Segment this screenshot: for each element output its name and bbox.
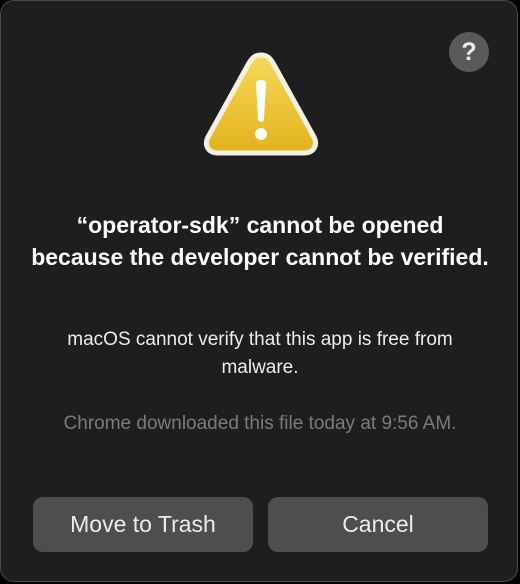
- move-to-trash-button[interactable]: Move to Trash: [33, 497, 253, 552]
- help-icon: ?: [461, 38, 477, 66]
- dialog-title: “operator-sdk” cannot be opened because …: [31, 212, 489, 270]
- dialog-message: macOS cannot verify that this app is fre…: [67, 329, 453, 378]
- warning-triangle-icon: [203, 52, 319, 156]
- cancel-button[interactable]: Cancel: [268, 497, 488, 552]
- download-info: Chrome downloaded this file today at 9:5…: [63, 413, 457, 434]
- help-button[interactable]: ?: [449, 32, 489, 72]
- alert-dialog: ? “operator-sdk” cannot be opened becaus…: [0, 0, 518, 582]
